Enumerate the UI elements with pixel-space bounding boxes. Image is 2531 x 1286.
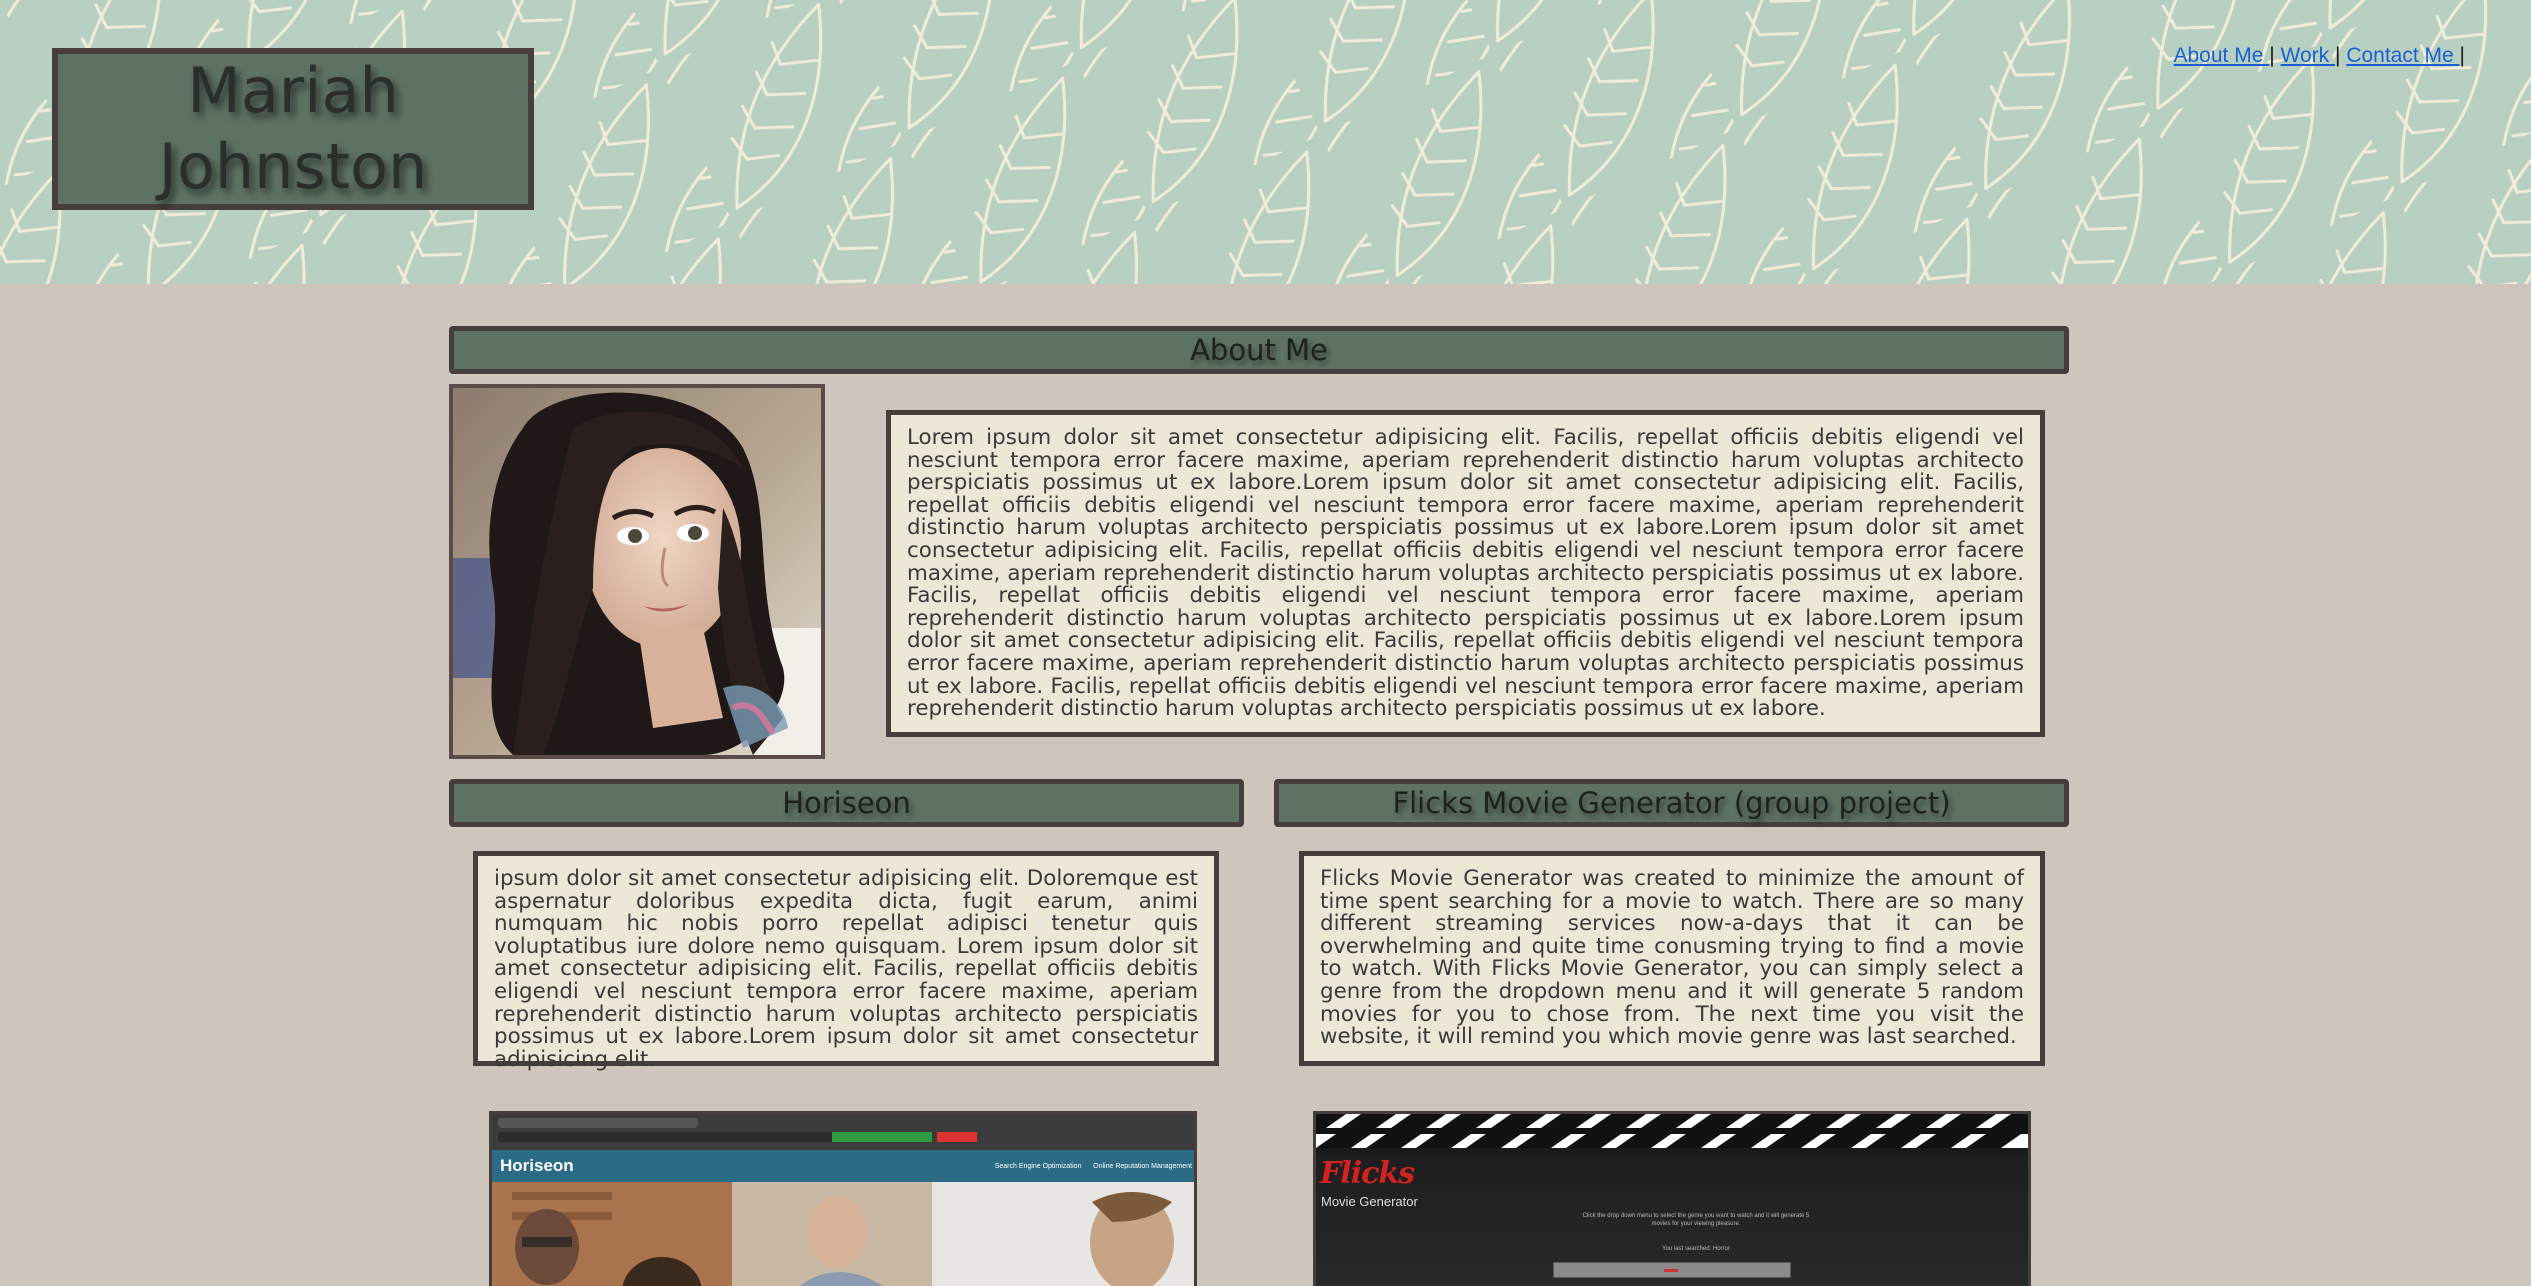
nav-separator: |: [2459, 44, 2465, 67]
top-nav: About Me | Work | Contact Me |: [2174, 44, 2466, 68]
project-text-box-horiseon: ipsum dolor sit amet consectetur adipisi…: [473, 851, 1219, 1071]
nav-link-about-me[interactable]: About Me: [2174, 44, 2270, 67]
horiseon-nav-orm: Online Reputation Management: [1093, 1162, 1192, 1170]
nav-separator: |: [2335, 44, 2341, 67]
project-screenshot-horiseon[interactable]: Horiseon Search Engine Optimization Onli…: [489, 1111, 1197, 1286]
name-banner: Mariah Johnston: [52, 48, 534, 210]
project-text-horiseon: ipsum dolor sit amet consectetur adipisi…: [494, 866, 1198, 1072]
project-text-flicks: Flicks Movie Generator was created to mi…: [1320, 866, 2024, 1050]
horiseon-site-title: Horiseon: [500, 1156, 574, 1175]
about-me-heading-bar: About Me: [449, 326, 2069, 374]
flicks-site-body: Flicks Movie Generator Click the drop do…: [1316, 1154, 2028, 1286]
horiseon-hero-image: [492, 1182, 1194, 1286]
browser-chrome: [492, 1114, 1194, 1150]
horiseon-nav-seo: Search Engine Optimization: [994, 1162, 1082, 1170]
about-me-heading: About Me: [1190, 333, 1328, 367]
flicks-subtitle: Movie Generator: [1321, 1194, 1418, 1209]
portrait-image: [453, 388, 821, 755]
horiseon-site-header: Horiseon Search Engine Optimization Onli…: [492, 1150, 1194, 1182]
flicks-last-searched: You last searched: Horror: [1662, 1246, 1730, 1252]
flicks-instructions: Click the drop down menu to select the g…: [1582, 1213, 1810, 1227]
name-last: Johnston: [158, 130, 428, 203]
profile-photo: [449, 384, 825, 759]
nav-separator: |: [2269, 44, 2275, 67]
nav-link-contact-me[interactable]: Contact Me: [2346, 44, 2459, 67]
project-heading-bar-flicks: Flicks Movie Generator (group project): [1274, 779, 2069, 827]
project-text-box-flicks: Flicks Movie Generator was created to mi…: [1299, 851, 2045, 1066]
project-heading-flicks: Flicks Movie Generator (group project): [1392, 786, 1951, 820]
project-heading-bar-horiseon: Horiseon: [449, 779, 1244, 827]
about-me-text-box: Lorem ipsum dolor sit amet consectetur a…: [886, 410, 2045, 737]
flicks-logo: Flicks: [1320, 1156, 1415, 1191]
project-heading-horiseon: Horiseon: [782, 786, 911, 820]
project-screenshot-flicks[interactable]: Flicks Movie Generator Click the drop do…: [1313, 1111, 2031, 1286]
clapperboard-stripes: [1316, 1114, 2028, 1154]
flicks-genre-dropdown[interactable]: [1553, 1262, 1791, 1278]
horiseon-site-nav: Search Engine Optimization Online Reputa…: [995, 1163, 1192, 1170]
page-header: Mariah Johnston About Me | Work | Contac…: [0, 0, 2531, 284]
about-me-text: Lorem ipsum dolor sit amet consectetur a…: [907, 425, 2024, 722]
name-first: Mariah: [187, 54, 399, 127]
nav-link-work[interactable]: Work: [2281, 44, 2335, 67]
